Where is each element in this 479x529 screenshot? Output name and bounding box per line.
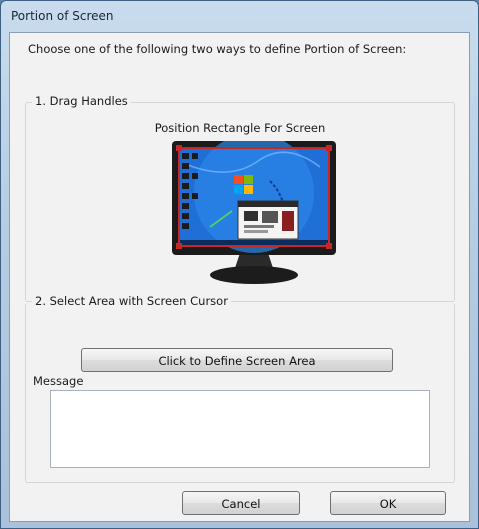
windows-logo-icon xyxy=(234,175,243,184)
resize-handle-top-right[interactable] xyxy=(326,145,332,151)
drag-handles-group: 1. Drag Handles Position Rectangle For S… xyxy=(25,94,455,302)
ok-button[interactable]: OK xyxy=(330,491,446,515)
dialog-window: Portion of Screen Choose one of the foll… xyxy=(0,0,479,529)
instruction-text: Choose one of the following two ways to … xyxy=(28,42,407,56)
message-box[interactable] xyxy=(50,390,430,468)
drag-handles-label: 1. Drag Handles xyxy=(32,94,131,108)
dialog-client-area: Choose one of the following two ways to … xyxy=(9,32,470,522)
define-screen-area-button[interactable]: Click to Define Screen Area xyxy=(81,348,393,372)
monitor-base xyxy=(210,266,298,284)
window-title: Portion of Screen xyxy=(11,9,114,23)
monitor-caption: Position Rectangle For Screen xyxy=(154,121,326,135)
screen-cursor-label: 2. Select Area with Screen Cursor xyxy=(32,294,231,308)
cancel-button[interactable]: Cancel xyxy=(182,491,300,515)
monitor-preview-icon[interactable] xyxy=(170,141,338,291)
resize-handle-bottom-left[interactable] xyxy=(176,243,182,249)
message-label: Message xyxy=(33,374,84,388)
resize-handle-top-left[interactable] xyxy=(176,145,182,151)
resize-handle-bottom-right[interactable] xyxy=(326,243,332,249)
